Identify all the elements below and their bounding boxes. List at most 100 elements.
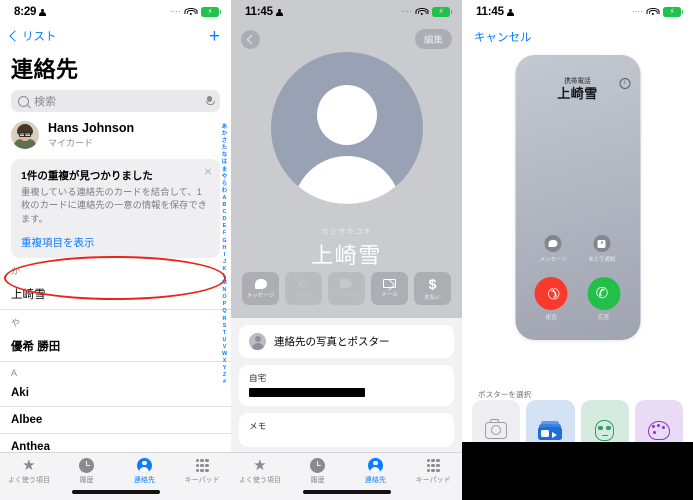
star-icon: ★	[253, 457, 267, 474]
keypad-icon	[195, 458, 210, 473]
index-letter[interactable]: わ	[222, 188, 227, 195]
tab-favorites[interactable]: ★ よく使う項目	[231, 458, 289, 485]
clock-icon	[310, 458, 326, 473]
index-letter[interactable]: や	[222, 174, 227, 181]
status-indicators: .... ⚡	[401, 6, 453, 17]
index-letter[interactable]: L	[223, 273, 226, 280]
person-placeholder-avatar-icon	[249, 333, 266, 350]
keypad-icon	[426, 458, 441, 473]
index-letter[interactable]: Q	[222, 308, 226, 315]
index-letter[interactable]: Z	[223, 372, 226, 379]
action-message[interactable]: メッセージ	[242, 272, 279, 305]
index-letter[interactable]: は	[222, 159, 227, 166]
search-input[interactable]: 検索	[11, 90, 220, 112]
preview-accept-button[interactable]: ✆ 応答	[587, 277, 621, 321]
tab-label: キーパッド	[184, 477, 220, 484]
index-letter[interactable]: D	[223, 216, 227, 223]
action-call[interactable]: ✆ 発信	[285, 272, 322, 305]
preview-action-remind-later[interactable]: あとで通知	[588, 235, 615, 263]
index-letter[interactable]: #	[223, 379, 226, 386]
index-letter[interactable]: R	[223, 316, 227, 323]
section-header-ya: や	[11, 318, 21, 329]
preview-action-label: メッセージ	[539, 257, 567, 263]
action-label: メッセージ	[246, 292, 275, 299]
action-payment[interactable]: $ 支払い	[414, 272, 451, 305]
index-letter[interactable]: J	[223, 259, 226, 266]
action-label: 発信	[297, 293, 310, 300]
index-letter[interactable]: T	[223, 330, 226, 337]
tab-recents[interactable]: 履歴	[289, 458, 347, 485]
index-letter[interactable]: S	[223, 323, 227, 330]
alphabet-index[interactable]: あ か さ た な は ま や ら わ A B C D E F G H I J …	[219, 124, 230, 386]
back-button[interactable]	[241, 29, 260, 49]
poster-picker-label: ポスターを選択	[478, 390, 532, 399]
phone-icon: ✆	[297, 277, 307, 290]
preview-decline-button[interactable]: ✆ 拒否	[534, 277, 568, 321]
duplicate-title: 1件の重複が見つかりました	[21, 170, 153, 182]
close-icon[interactable]	[204, 167, 212, 175]
my-card-row[interactable]: Hans Johnson マイカード	[0, 112, 231, 157]
microphone-icon[interactable]	[206, 95, 215, 107]
add-contact-button[interactable]: +	[209, 27, 220, 46]
index-letter[interactable]: A	[223, 195, 227, 202]
cancel-button[interactable]: キャンセル	[474, 29, 532, 45]
contact-row-kamisaki[interactable]: 上崎雪	[0, 279, 231, 311]
preview-action-message[interactable]: メッセージ	[540, 235, 567, 263]
tab-favorites[interactable]: ★ よく使う項目	[0, 458, 58, 485]
action-video-call[interactable]: ビデオ通話	[328, 272, 365, 305]
index-letter[interactable]: N	[223, 287, 227, 294]
home-indicator	[302, 490, 391, 494]
chevron-left-icon	[9, 30, 21, 42]
index-letter[interactable]: Y	[223, 365, 227, 372]
quick-actions: メッセージ ✆ 発信 ビデオ通話 メール $ 支払い	[231, 272, 462, 305]
my-card-subtitle: マイカード	[48, 138, 94, 148]
detail-sheet: 連絡先の写真とポスター 自宅 メモ	[231, 318, 462, 452]
edit-button[interactable]: 編集	[414, 29, 452, 49]
tab-keypad[interactable]: キーパッド	[404, 458, 462, 485]
index-letter[interactable]: P	[223, 301, 227, 308]
index-letter[interactable]: M	[222, 280, 227, 287]
home-field-row[interactable]: 自宅	[239, 365, 454, 406]
index-letter[interactable]: U	[223, 337, 227, 344]
person-icon	[275, 8, 283, 16]
info-icon[interactable]: i	[619, 78, 630, 89]
index-letter[interactable]: K	[223, 266, 227, 273]
index-letter[interactable]: G	[222, 238, 226, 245]
index-letter[interactable]: I	[224, 252, 226, 259]
mail-icon	[383, 278, 396, 289]
contact-row-yuki[interactable]: 優希 勝田	[0, 331, 231, 363]
tab-label: よく使う項目	[7, 477, 50, 484]
show-duplicates-button[interactable]: 重複項目を表示	[21, 235, 210, 250]
index-letter[interactable]: X	[223, 358, 227, 365]
tab-contacts[interactable]: 連絡先	[116, 458, 174, 485]
photo-poster-row[interactable]: 連絡先の写真とポスター	[239, 325, 454, 358]
contact-row-albee[interactable]: Albee	[0, 407, 231, 435]
index-letter[interactable]: C	[223, 209, 227, 216]
index-letter[interactable]: O	[222, 294, 226, 301]
index-letter[interactable]: V	[223, 344, 227, 351]
contact-row-aki[interactable]: Aki	[0, 380, 231, 408]
memo-field-row[interactable]: メモ	[239, 413, 454, 447]
index-letter[interactable]: F	[223, 230, 226, 237]
index-letter[interactable]: W	[222, 351, 227, 358]
tab-recents[interactable]: 履歴	[58, 458, 116, 485]
duplicate-found-card: 1件の重複が見つかりました 重複している連絡先のカードを結合して、1枚のカードに…	[11, 159, 220, 259]
index-letter[interactable]: E	[223, 223, 227, 230]
index-letter[interactable]: H	[223, 245, 227, 252]
status-bar: 11:45 .... ⚡	[231, 0, 462, 24]
tab-contacts[interactable]: 連絡先	[347, 458, 405, 485]
index-letter[interactable]: ま	[222, 167, 227, 174]
tab-keypad[interactable]: キーパッド	[173, 458, 231, 485]
clock-icon	[593, 235, 611, 252]
index-letter[interactable]: B	[223, 202, 227, 209]
call-poster-preview[interactable]: 携帯電話 上崎雪 i メッセージ あとで通知 ✆ 拒否 ✆ 応答	[515, 55, 640, 340]
index-letter[interactable]: ら	[222, 181, 227, 188]
duplicate-body: 重複している連絡先のカードを結合して、1枚のカードに連絡先の一意の情報を保存でき…	[21, 187, 207, 224]
tab-label: 履歴	[79, 477, 94, 484]
back-to-lists-button[interactable]: リスト	[9, 28, 57, 44]
section-header-a: A	[11, 368, 18, 379]
status-bar: 8:29 .... ⚡	[0, 0, 231, 24]
back-label: リスト	[22, 31, 57, 43]
star-icon: ★	[22, 457, 36, 474]
action-mail[interactable]: メール	[371, 272, 408, 305]
